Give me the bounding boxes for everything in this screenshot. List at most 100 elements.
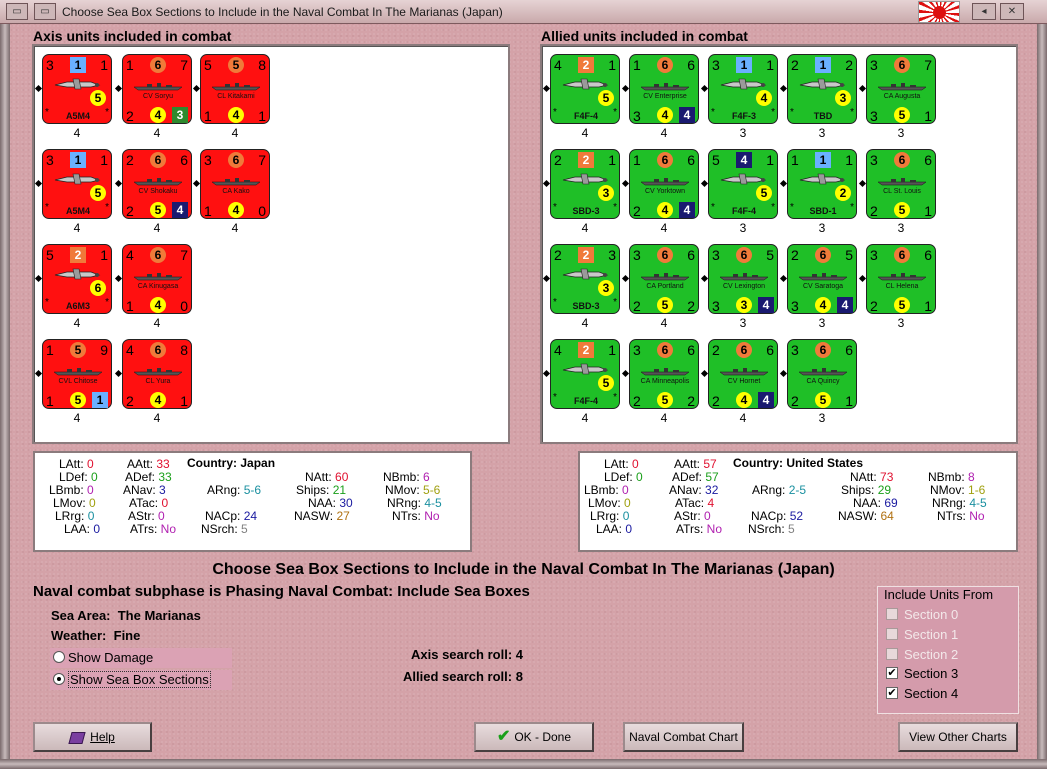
checkmark-icon[interactable]: ✔: [886, 667, 898, 679]
stack-marker-icon: [34, 179, 43, 188]
stack-marker-icon: [34, 369, 43, 378]
counter-bottom-left-value: 2: [126, 108, 134, 124]
counter-top-right-value: 7: [258, 152, 266, 168]
unit-counter[interactable]: 3 1 1 4 F4F-3 * *: [708, 54, 778, 124]
unit-counter[interactable]: 2 1 2 3 SBD-3 * *: [550, 149, 620, 219]
unit-counter[interactable]: 3 6 6 CL St. Louis 2 5 1: [866, 149, 936, 219]
counter-top-left-value: 4: [554, 57, 562, 73]
unit-counter[interactable]: 1 6 6 CV Yorktown 2 4 4: [629, 149, 699, 219]
star-icon: *: [613, 297, 617, 308]
counter-top-left-value: 5: [712, 152, 720, 168]
stack-marker-icon: [779, 84, 788, 93]
counter-bottom-right-value: 1: [924, 108, 932, 124]
counter-navy-square: 4: [758, 297, 774, 313]
counter-top-right-value: 8: [180, 342, 188, 358]
unit-counter[interactable]: 3 6 6 CA Quincy 2 5 1: [787, 339, 857, 409]
checkbox-box[interactable]: [886, 628, 898, 640]
show-damage-radio[interactable]: Show Damage: [50, 648, 232, 668]
axis-ntrs: No: [424, 509, 440, 523]
ok-done-button[interactable]: ✔ OK - Done: [474, 722, 594, 752]
counter-yellow-badge: 5: [598, 90, 614, 106]
unit-counter[interactable]: 2 6 6 CV Hornet 2 4 4: [708, 339, 778, 409]
counter-top-left-value: 1: [46, 342, 54, 358]
counter-bottom-left-value: 2: [791, 393, 799, 409]
counter-top-left-value: 3: [791, 342, 799, 358]
radio-circle[interactable]: [53, 651, 65, 663]
unit-stack-value: 3: [818, 411, 826, 425]
axis-nmov: 5-6: [423, 483, 441, 497]
unit-counter[interactable]: 3 6 6 CA Portland 2 5 2: [629, 244, 699, 314]
axis-nasw: 27: [336, 509, 350, 523]
help-button[interactable]: Help: [33, 722, 152, 752]
allied-lrrg: 0: [622, 509, 630, 523]
unit-counter[interactable]: 2 3 2 3 SBD-3 * *: [550, 244, 620, 314]
counter-top-right-value: 6: [924, 152, 932, 168]
unit-counter[interactable]: 5 1 2 6 A6M3 * *: [42, 244, 112, 314]
unit-counter[interactable]: 3 7 6 CA Kako 1 4 0: [200, 149, 270, 219]
counter-yellow-badge: 5: [815, 392, 831, 408]
unit-name: CL Yura: [145, 378, 171, 385]
unit-name: TBD: [813, 111, 833, 121]
counter-bottom-right-value: 2: [687, 393, 695, 409]
system-menu-icon[interactable]: ▭: [6, 3, 28, 20]
unit-stack-value: 3: [897, 316, 905, 330]
unit-counter[interactable]: 3 1 1 5 A5M4 * *: [42, 54, 112, 124]
unit-stack-value: 4: [581, 316, 589, 330]
unit-counter[interactable]: 4 8 6 CL Yura 2 4 1: [122, 339, 192, 409]
counter-top-left-value: 3: [712, 57, 720, 73]
unit-counter[interactable]: 3 1 1 5 A5M4 * *: [42, 149, 112, 219]
counter-blue-square: 1: [70, 152, 86, 168]
stack-marker-icon: [700, 369, 709, 378]
allied-lbmb: 0: [622, 483, 629, 497]
axis-lrrg: 0: [87, 509, 95, 523]
allied-nasw: 64: [880, 509, 894, 523]
unit-counter[interactable]: 3 6 6 CL Helena 2 5 1: [866, 244, 936, 314]
counter-top-right-value: 7: [924, 57, 932, 73]
unit-counter[interactable]: 4 1 2 5 F4F-4 * *: [550, 339, 620, 409]
counter-top-left-value: 3: [46, 152, 54, 168]
checkmark-icon[interactable]: ✔: [886, 687, 898, 699]
star-icon: *: [790, 202, 794, 213]
unit-name: CL Helena: [885, 283, 919, 290]
view-other-charts-label: View Other Charts: [909, 730, 1007, 744]
unit-counter[interactable]: 1 6 6 CV Enterprise 3 4 4: [629, 54, 699, 124]
counter-top-left-value: 1: [126, 57, 134, 73]
counter-orange-square: 2: [70, 247, 86, 263]
counter-top-left-value: 2: [554, 152, 562, 168]
radio-circle-selected[interactable]: [53, 673, 65, 685]
restore-icon[interactable]: ▭: [34, 3, 56, 20]
counter-bottom-right-value: 0: [180, 298, 188, 314]
unit-counter[interactable]: 5 1 4 5 F4F-4 * *: [708, 149, 778, 219]
view-other-charts-button[interactable]: View Other Charts: [898, 722, 1018, 752]
unit-counter[interactable]: 2 5 6 CV Saratoga 3 4 4: [787, 244, 857, 314]
unit-counter[interactable]: 1 9 5 CVL Chitose 1 5 1: [42, 339, 112, 409]
checkbox-box[interactable]: [886, 648, 898, 660]
unit-counter[interactable]: 3 7 6 CA Augusta 3 5 1: [866, 54, 936, 124]
counter-orange-badge: 6: [815, 247, 831, 263]
unit-counter[interactable]: 1 1 1 2 SBD-1 * *: [787, 149, 857, 219]
unit-name: CV Shokaku: [138, 188, 178, 195]
weather-value: Fine: [113, 628, 141, 643]
unit-counter[interactable]: 1 7 6 CV Soryu 2 4 3: [122, 54, 192, 124]
unit-name: CA Minneapolis: [640, 378, 690, 385]
axis-aatt: 33: [156, 457, 170, 471]
unit-counter[interactable]: 4 7 6 CA Kinugasa 1 4 0: [122, 244, 192, 314]
star-icon: *: [45, 107, 49, 118]
counter-bottom-left-value: 2: [126, 393, 134, 409]
close-icon[interactable]: ✕: [1000, 3, 1024, 20]
allied-ldef: 0: [636, 470, 643, 484]
show-sea-box-sections-radio[interactable]: Show Sea Box Sections: [50, 670, 232, 690]
unit-counter[interactable]: 2 6 6 CV Shokaku 2 5 4: [122, 149, 192, 219]
unit-counter[interactable]: 2 2 1 3 TBD * *: [787, 54, 857, 124]
scroll-icon[interactable]: ◂: [972, 3, 996, 20]
unit-counter[interactable]: 5 8 5 CL Kitakami 1 4 1: [200, 54, 270, 124]
star-icon: *: [105, 202, 109, 213]
unit-counter[interactable]: 4 1 2 5 F4F-4 * *: [550, 54, 620, 124]
counter-yellow-badge: 4: [815, 297, 831, 313]
unit-counter[interactable]: 3 6 6 CA Minneapolis 2 5 2: [629, 339, 699, 409]
unit-counter[interactable]: 3 5 6 CV Lexington 3 3 4: [708, 244, 778, 314]
allied-units-header: Allied units included in combat: [541, 28, 748, 44]
unit-stack-value: 4: [231, 221, 239, 235]
checkbox-box[interactable]: [886, 608, 898, 620]
naval-combat-chart-button[interactable]: Naval Combat Chart: [623, 722, 744, 752]
